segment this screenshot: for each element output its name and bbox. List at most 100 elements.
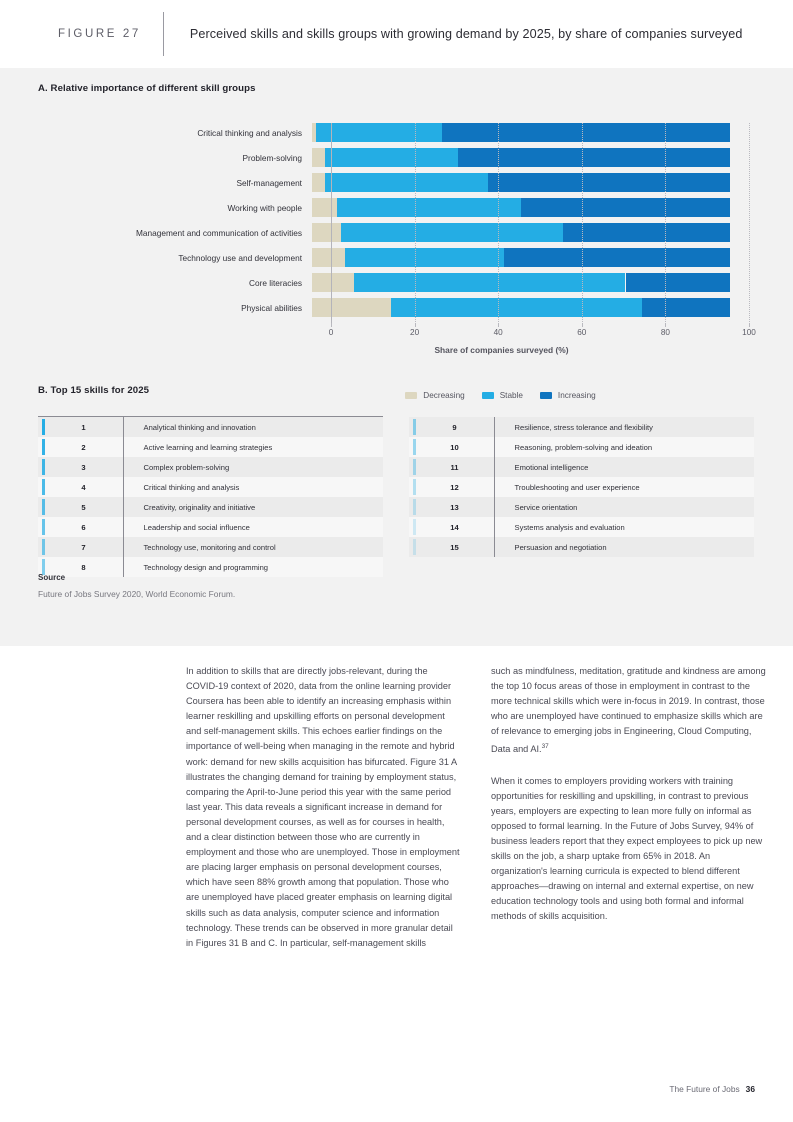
skill-name: Systems analysis and evaluation — [514, 522, 625, 532]
legend-swatch-stable — [481, 392, 494, 399]
bar-segment-decreasing — [312, 298, 392, 317]
x-tick-label: 80 — [660, 328, 670, 337]
x-tick-label: 40 — [493, 328, 503, 337]
skills-row: 5 Creativity, originality and initiative — [38, 497, 383, 517]
skill-rank: 9 — [452, 422, 457, 432]
rank-accent-bar — [413, 519, 416, 535]
legend-label: Decreasing — [423, 391, 465, 400]
x-axis-ticks: 0 20 40 60 80 100 — [0, 323, 793, 342]
gridline — [581, 123, 584, 324]
gridline — [498, 123, 500, 324]
chart-row: Physical abilities — [0, 298, 793, 317]
bar-segment-stable — [353, 273, 626, 292]
skills-row: 14 Systems analysis and evaluation — [409, 517, 754, 537]
rank-accent-bar — [42, 519, 45, 535]
panel-a-heading: A. Relative importance of different skil… — [38, 83, 256, 94]
rank-accent-bar — [42, 479, 45, 495]
chart-row: Self-management — [0, 173, 793, 192]
footer-title: The Future of Jobs — [669, 1084, 740, 1094]
skill-name: Service orientation — [514, 502, 578, 512]
source-label: Source — [38, 573, 66, 582]
skills-column-left: 1 Analytical thinking and innovation 2 Acti… — [38, 416, 383, 577]
bar-segment-increasing — [487, 173, 730, 192]
figure-header: FIGURE 27 Perceived skills and skills gr… — [0, 0, 793, 68]
body-paragraph: such as mindfulness, meditation, gratitu… — [491, 666, 766, 755]
chart-category-label: Critical thinking and analysis — [197, 127, 302, 138]
body-columns: In addition to skills that are directly … — [0, 664, 793, 967]
figure-number: FIGURE 27 — [58, 28, 141, 40]
tick-mark — [331, 323, 332, 327]
rank-accent-bar — [413, 459, 416, 475]
skill-rank: 13 — [450, 502, 459, 512]
chart-category-label: Core literacies — [248, 277, 302, 288]
top-skills-tables: 1 Analytical thinking and innovation 2 Acti… — [38, 416, 755, 577]
skill-name: Active learning and learning strategies — [143, 442, 273, 452]
skills-row: 6 Leadership and social influence — [38, 517, 383, 537]
bar-segment-decreasing — [312, 148, 325, 167]
skills-row: 12 Troubleshooting and user experience — [409, 477, 754, 497]
bar-segment-stable — [391, 298, 643, 317]
skill-name: Leadership and social influence — [143, 522, 250, 532]
skill-name: Resilience, stress tolerance and flexibi… — [514, 422, 653, 432]
skill-name: Creativity, originality and initiative — [143, 502, 256, 512]
gridline — [749, 123, 751, 324]
gridline — [665, 123, 667, 324]
skill-rank: 4 — [81, 482, 86, 492]
chart-category-label: Problem-solving — [242, 152, 302, 163]
legend-item[interactable]: Decreasing — [405, 391, 465, 400]
chart-row: Working with people — [0, 198, 793, 217]
skills-row: 15 Persuasion and negotiation — [409, 537, 754, 557]
source-block: Source Future of Jobs Survey 2020, World… — [38, 573, 235, 599]
skill-rank: 5 — [81, 502, 86, 512]
chart-row: Critical thinking and analysis — [0, 123, 793, 142]
bar-segment-stable — [337, 198, 521, 217]
skills-row: 10 Reasoning, problem-solving and ideatio… — [409, 437, 754, 457]
rank-accent-bar — [413, 499, 416, 515]
skills-row: 7 Technology use, monitoring and control — [38, 537, 383, 557]
skill-rank: 10 — [450, 442, 459, 452]
page-title: Perceived skills and skills groups with … — [189, 27, 743, 41]
rank-accent-bar — [413, 439, 416, 455]
legend-item[interactable]: Stable — [481, 391, 523, 400]
skill-rank: 6 — [81, 522, 86, 532]
x-axis-title: Share of companies surveyed (%) — [0, 345, 793, 355]
source-text: Future of Jobs Survey 2020, World Econom… — [38, 589, 236, 599]
skill-name: Technology design and programming — [143, 562, 269, 572]
y-axis-line — [331, 123, 332, 324]
skill-name: Persuasion and negotiation — [514, 542, 607, 552]
skills-rows-left: 1 Analytical thinking and innovation 2 Acti… — [38, 417, 383, 577]
legend-item[interactable]: Increasing — [539, 391, 596, 400]
chart-category-label: Working with people — [227, 202, 302, 213]
skills-row: 3 Complex problem-solving — [38, 457, 383, 477]
skills-row: 4 Critical thinking and analysis — [38, 477, 383, 497]
skill-name: Reasoning, problem-solving and ideation — [514, 442, 653, 452]
skills-row: 1 Analytical thinking and innovation — [38, 417, 383, 437]
chart-row: Technology use and development — [0, 248, 793, 267]
chart-rows: Critical thinking and analysis Problem-so… — [0, 123, 793, 323]
page-footer: The Future of Jobs 36 — [669, 1084, 755, 1094]
bar-segment-stable — [341, 223, 563, 242]
skill-rank: 2 — [81, 442, 86, 452]
bar-segment-decreasing — [312, 173, 325, 192]
legend-swatch-increasing — [539, 392, 552, 399]
skill-rank: 8 — [81, 562, 86, 572]
rank-accent-bar — [413, 419, 416, 435]
skill-rank: 7 — [81, 542, 86, 552]
chart-category-label: Technology use and development — [178, 252, 302, 263]
tick-mark — [581, 323, 583, 327]
skills-rows-right: 9 Resilience, stress tolerance and flexib… — [409, 417, 754, 557]
x-tick-label: 60 — [577, 328, 587, 337]
rank-accent-bar — [42, 439, 45, 455]
skill-rank: 12 — [450, 482, 459, 492]
skills-row: 9 Resilience, stress tolerance and flexib… — [409, 417, 754, 437]
body-column-right: such as mindfulness, meditation, gratitu… — [491, 664, 766, 967]
chart-row: Core literacies — [0, 273, 793, 292]
skill-name: Complex problem-solving — [143, 462, 230, 472]
tick-mark — [498, 323, 500, 327]
gridline — [414, 123, 417, 324]
chart-category-label: Management and communication of activiti… — [135, 227, 302, 238]
rank-accent-bar — [42, 459, 45, 475]
bar-segment-stable — [324, 148, 459, 167]
bar-segment-increasing — [625, 273, 730, 292]
skill-name: Technology use, monitoring and control — [143, 542, 276, 552]
